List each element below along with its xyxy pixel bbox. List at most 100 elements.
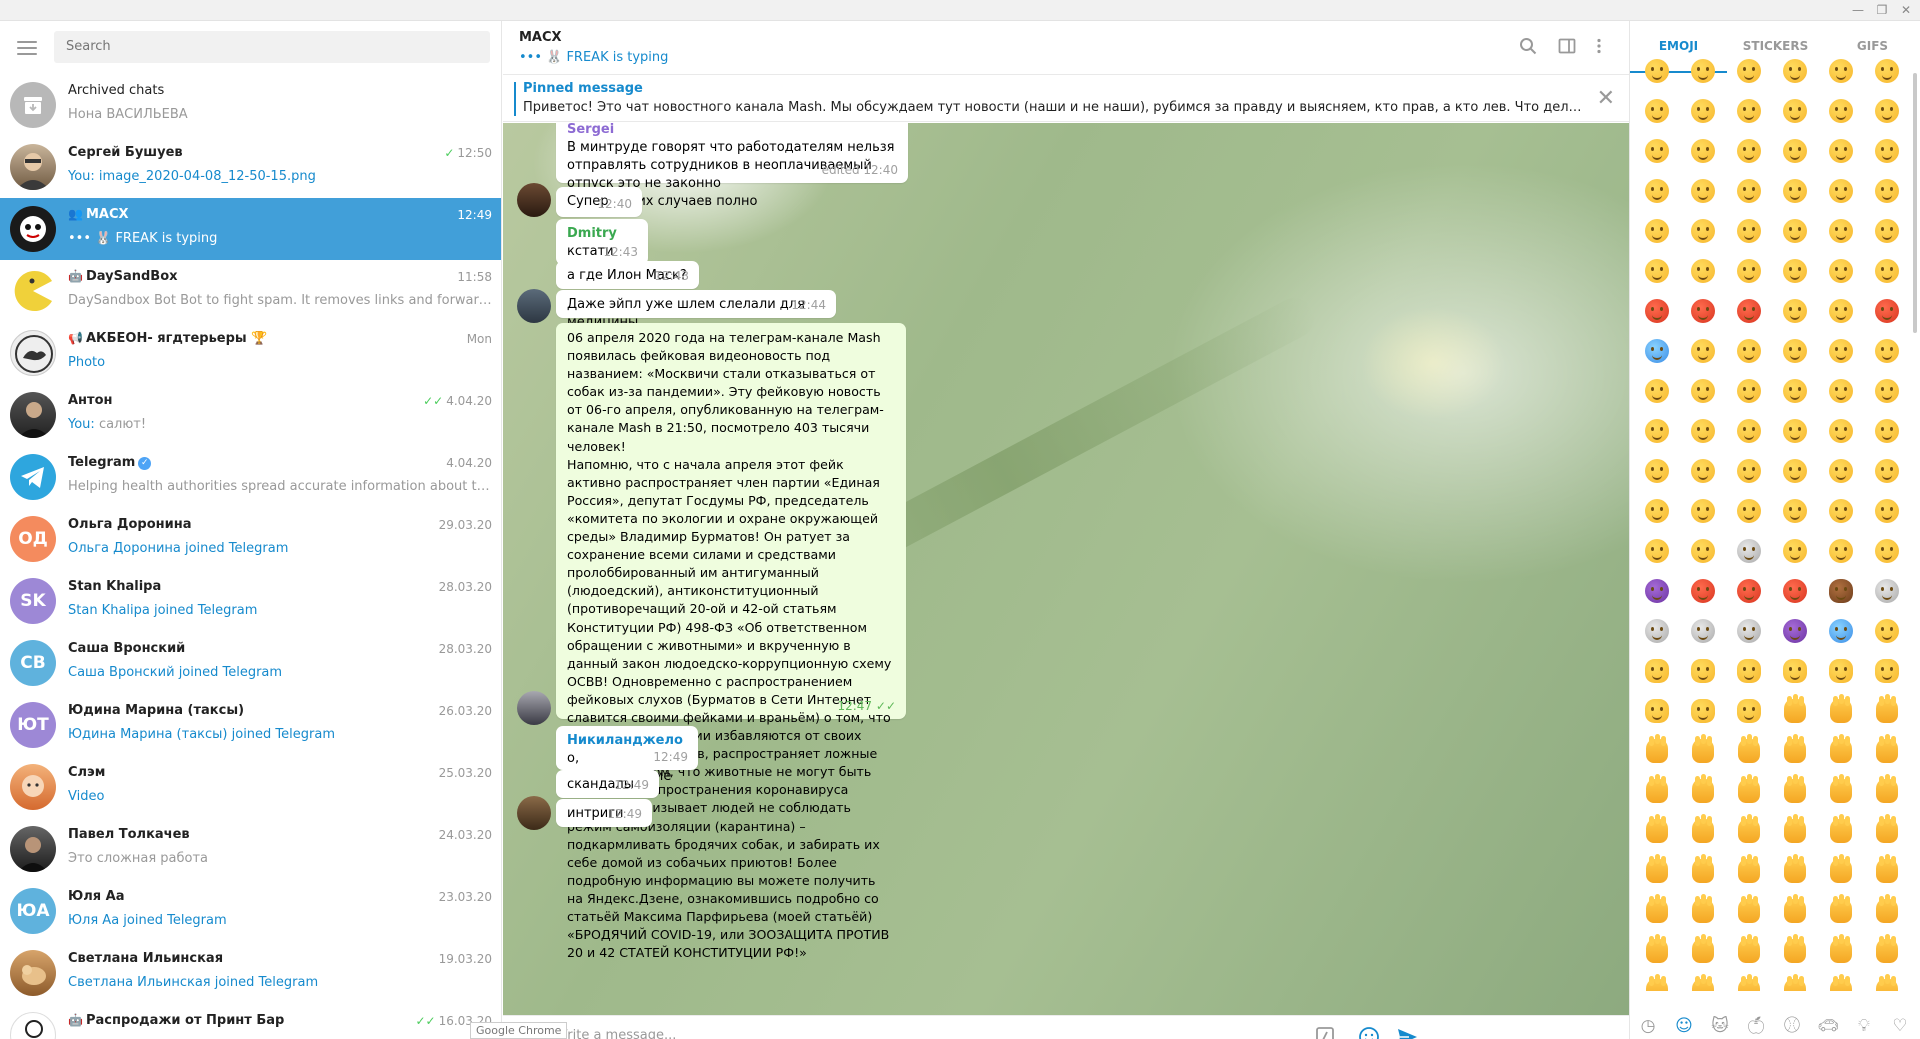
emoji-cell[interactable] — [1864, 691, 1910, 731]
message-bubble[interactable]: а где Илон Маск? 12:43 — [556, 261, 699, 289]
emoji-cell[interactable] — [1726, 571, 1772, 611]
emoji-cell[interactable] — [1680, 171, 1726, 211]
emoji-cell[interactable] — [1772, 291, 1818, 331]
emoji-cell[interactable] — [1726, 131, 1772, 171]
emoji-cell[interactable] — [1680, 371, 1726, 411]
emoji-cell[interactable] — [1680, 91, 1726, 131]
emoji-cell[interactable] — [1680, 451, 1726, 491]
chat-item[interactable]: 🤖 DaySandBox 11:58 DaySandbox Bot Bot to … — [0, 260, 501, 322]
chat-item[interactable]: SK Stan Khalipa 28.03.20 Stan Khalipa jo… — [0, 570, 501, 632]
emoji-cell[interactable] — [1864, 51, 1910, 91]
emoji-cell[interactable] — [1818, 571, 1864, 611]
emoji-cell[interactable] — [1818, 891, 1864, 931]
emoji-cell[interactable] — [1726, 931, 1772, 971]
emoji-cell[interactable] — [1772, 851, 1818, 891]
emoji-cell[interactable] — [1772, 371, 1818, 411]
emoji-grid[interactable] — [1634, 51, 1914, 991]
emoji-cell[interactable] — [1864, 531, 1910, 571]
emoji-cell[interactable] — [1680, 731, 1726, 771]
emoji-cell[interactable] — [1818, 291, 1864, 331]
chat-item[interactable]: СВ Саша Вронский 28.03.20 Саша Вронский … — [0, 632, 501, 694]
chat-item[interactable]: ЮА Юля Аа 23.03.20 Юля Аа joined Telegra… — [0, 880, 501, 942]
emoji-cell[interactable] — [1634, 771, 1680, 811]
chat-item[interactable]: 📢 АКБЕОН- ягдтерьеры 🏆 Mon Photo — [0, 322, 501, 384]
maximize-icon[interactable]: ❐ — [1872, 2, 1892, 18]
emoji-cell[interactable] — [1772, 211, 1818, 251]
emoji-cell[interactable] — [1818, 691, 1864, 731]
emoji-cell[interactable] — [1772, 451, 1818, 491]
chat-item[interactable]: Светлана Ильинская 19.03.20 Светлана Иль… — [0, 942, 501, 1004]
emoji-cell[interactable] — [1634, 891, 1680, 931]
emoji-cell[interactable] — [1772, 811, 1818, 851]
message-bubble[interactable]: Dmitry кстати 12:43 — [556, 219, 648, 265]
emoji-cell[interactable] — [1680, 571, 1726, 611]
avatar[interactable] — [517, 796, 551, 830]
symbols-icon[interactable]: ♡ — [1882, 1015, 1918, 1039]
emoji-cell[interactable] — [1864, 171, 1910, 211]
emoji-cell[interactable] — [1818, 771, 1864, 811]
emoji-cell[interactable] — [1818, 171, 1864, 211]
emoji-cell[interactable] — [1726, 691, 1772, 731]
emoji-cell[interactable] — [1680, 251, 1726, 291]
emoji-cell[interactable] — [1634, 571, 1680, 611]
emoji-cell[interactable] — [1818, 331, 1864, 371]
emoji-cell[interactable] — [1772, 531, 1818, 571]
chat-item-archived[interactable]: Archived chats Нона ВАСИЛЬЕВА — [0, 74, 501, 136]
chat-item[interactable]: Антон ✓✓ 4.04.20 You: салют! — [0, 384, 501, 446]
emoji-cell[interactable] — [1864, 411, 1910, 451]
emoji-cell[interactable] — [1864, 571, 1910, 611]
emoji-cell[interactable] — [1726, 171, 1772, 211]
emoji-cell[interactable] — [1864, 651, 1910, 691]
emoji-cell[interactable] — [1680, 531, 1726, 571]
emoji-cell[interactable] — [1726, 611, 1772, 651]
emoji-cell[interactable] — [1864, 371, 1910, 411]
emoji-cell[interactable] — [1634, 411, 1680, 451]
emoji-cell[interactable] — [1772, 251, 1818, 291]
emoji-cell[interactable] — [1726, 771, 1772, 811]
smileys-icon[interactable]: ☺ — [1666, 1015, 1702, 1039]
emoji-cell[interactable] — [1772, 411, 1818, 451]
emoji-cell[interactable] — [1726, 811, 1772, 851]
message-bubble[interactable]: скандалы 12:49 — [556, 770, 659, 798]
emoji-cell[interactable] — [1864, 891, 1910, 931]
emoji-cell[interactable] — [1726, 851, 1772, 891]
chat-item[interactable]: Павел Толкачев 24.03.20 Это сложная рабо… — [0, 818, 501, 880]
bot-command-icon[interactable] — [1315, 1026, 1335, 1039]
chat-item[interactable]: ОД Ольга Доронина 29.03.20 Ольга Доронин… — [0, 508, 501, 570]
emoji-cell[interactable] — [1680, 851, 1726, 891]
emoji-cell[interactable] — [1634, 691, 1680, 731]
emoji-cell[interactable] — [1680, 411, 1726, 451]
emoji-cell[interactable] — [1680, 811, 1726, 851]
emoji-cell[interactable] — [1634, 131, 1680, 171]
chat-item[interactable]: ЮТ Юдина Марина (таксы) 26.03.20 Юдина М… — [0, 694, 501, 756]
emoji-cell[interactable] — [1818, 731, 1864, 771]
emoji-cell[interactable] — [1726, 491, 1772, 531]
emoji-cell[interactable] — [1634, 211, 1680, 251]
emoji-cell[interactable] — [1634, 931, 1680, 971]
emoji-cell[interactable] — [1772, 931, 1818, 971]
emoji-cell[interactable] — [1864, 931, 1910, 971]
chat-header[interactable]: MACX ••• 🐰 FREAK is typing — [503, 21, 1629, 75]
message-bubble-outgoing[interactable]: 06 апреля 2020 года на телеграм-канале M… — [556, 323, 906, 960]
emoji-cell[interactable] — [1726, 331, 1772, 371]
message-bubble[interactable]: Никиланджело о, расследование 12:49 — [556, 726, 698, 784]
emoji-cell[interactable] — [1864, 971, 1910, 991]
emoji-cell[interactable] — [1818, 211, 1864, 251]
emoji-cell[interactable] — [1680, 691, 1726, 731]
emoji-cell[interactable] — [1772, 891, 1818, 931]
emoji-cell[interactable] — [1818, 651, 1864, 691]
emoji-cell[interactable] — [1634, 371, 1680, 411]
emoji-cell[interactable] — [1634, 731, 1680, 771]
emoji-cell[interactable] — [1680, 291, 1726, 331]
objects-icon[interactable]: 💡︎ — [1846, 1015, 1882, 1039]
send-icon[interactable] — [1396, 1026, 1418, 1039]
chat-item[interactable]: Сергей Бушуев ✓ 12:50 You: image_2020-04-… — [0, 136, 501, 198]
emoji-cell[interactable] — [1772, 571, 1818, 611]
emoji-cell[interactable] — [1818, 931, 1864, 971]
hamburger-menu-icon[interactable] — [17, 41, 37, 55]
emoji-cell[interactable] — [1864, 131, 1910, 171]
emoji-cell[interactable] — [1818, 851, 1864, 891]
food-icon[interactable]: 🍏︎ — [1738, 1015, 1774, 1039]
emoji-cell[interactable] — [1634, 611, 1680, 651]
emoji-cell[interactable] — [1818, 91, 1864, 131]
